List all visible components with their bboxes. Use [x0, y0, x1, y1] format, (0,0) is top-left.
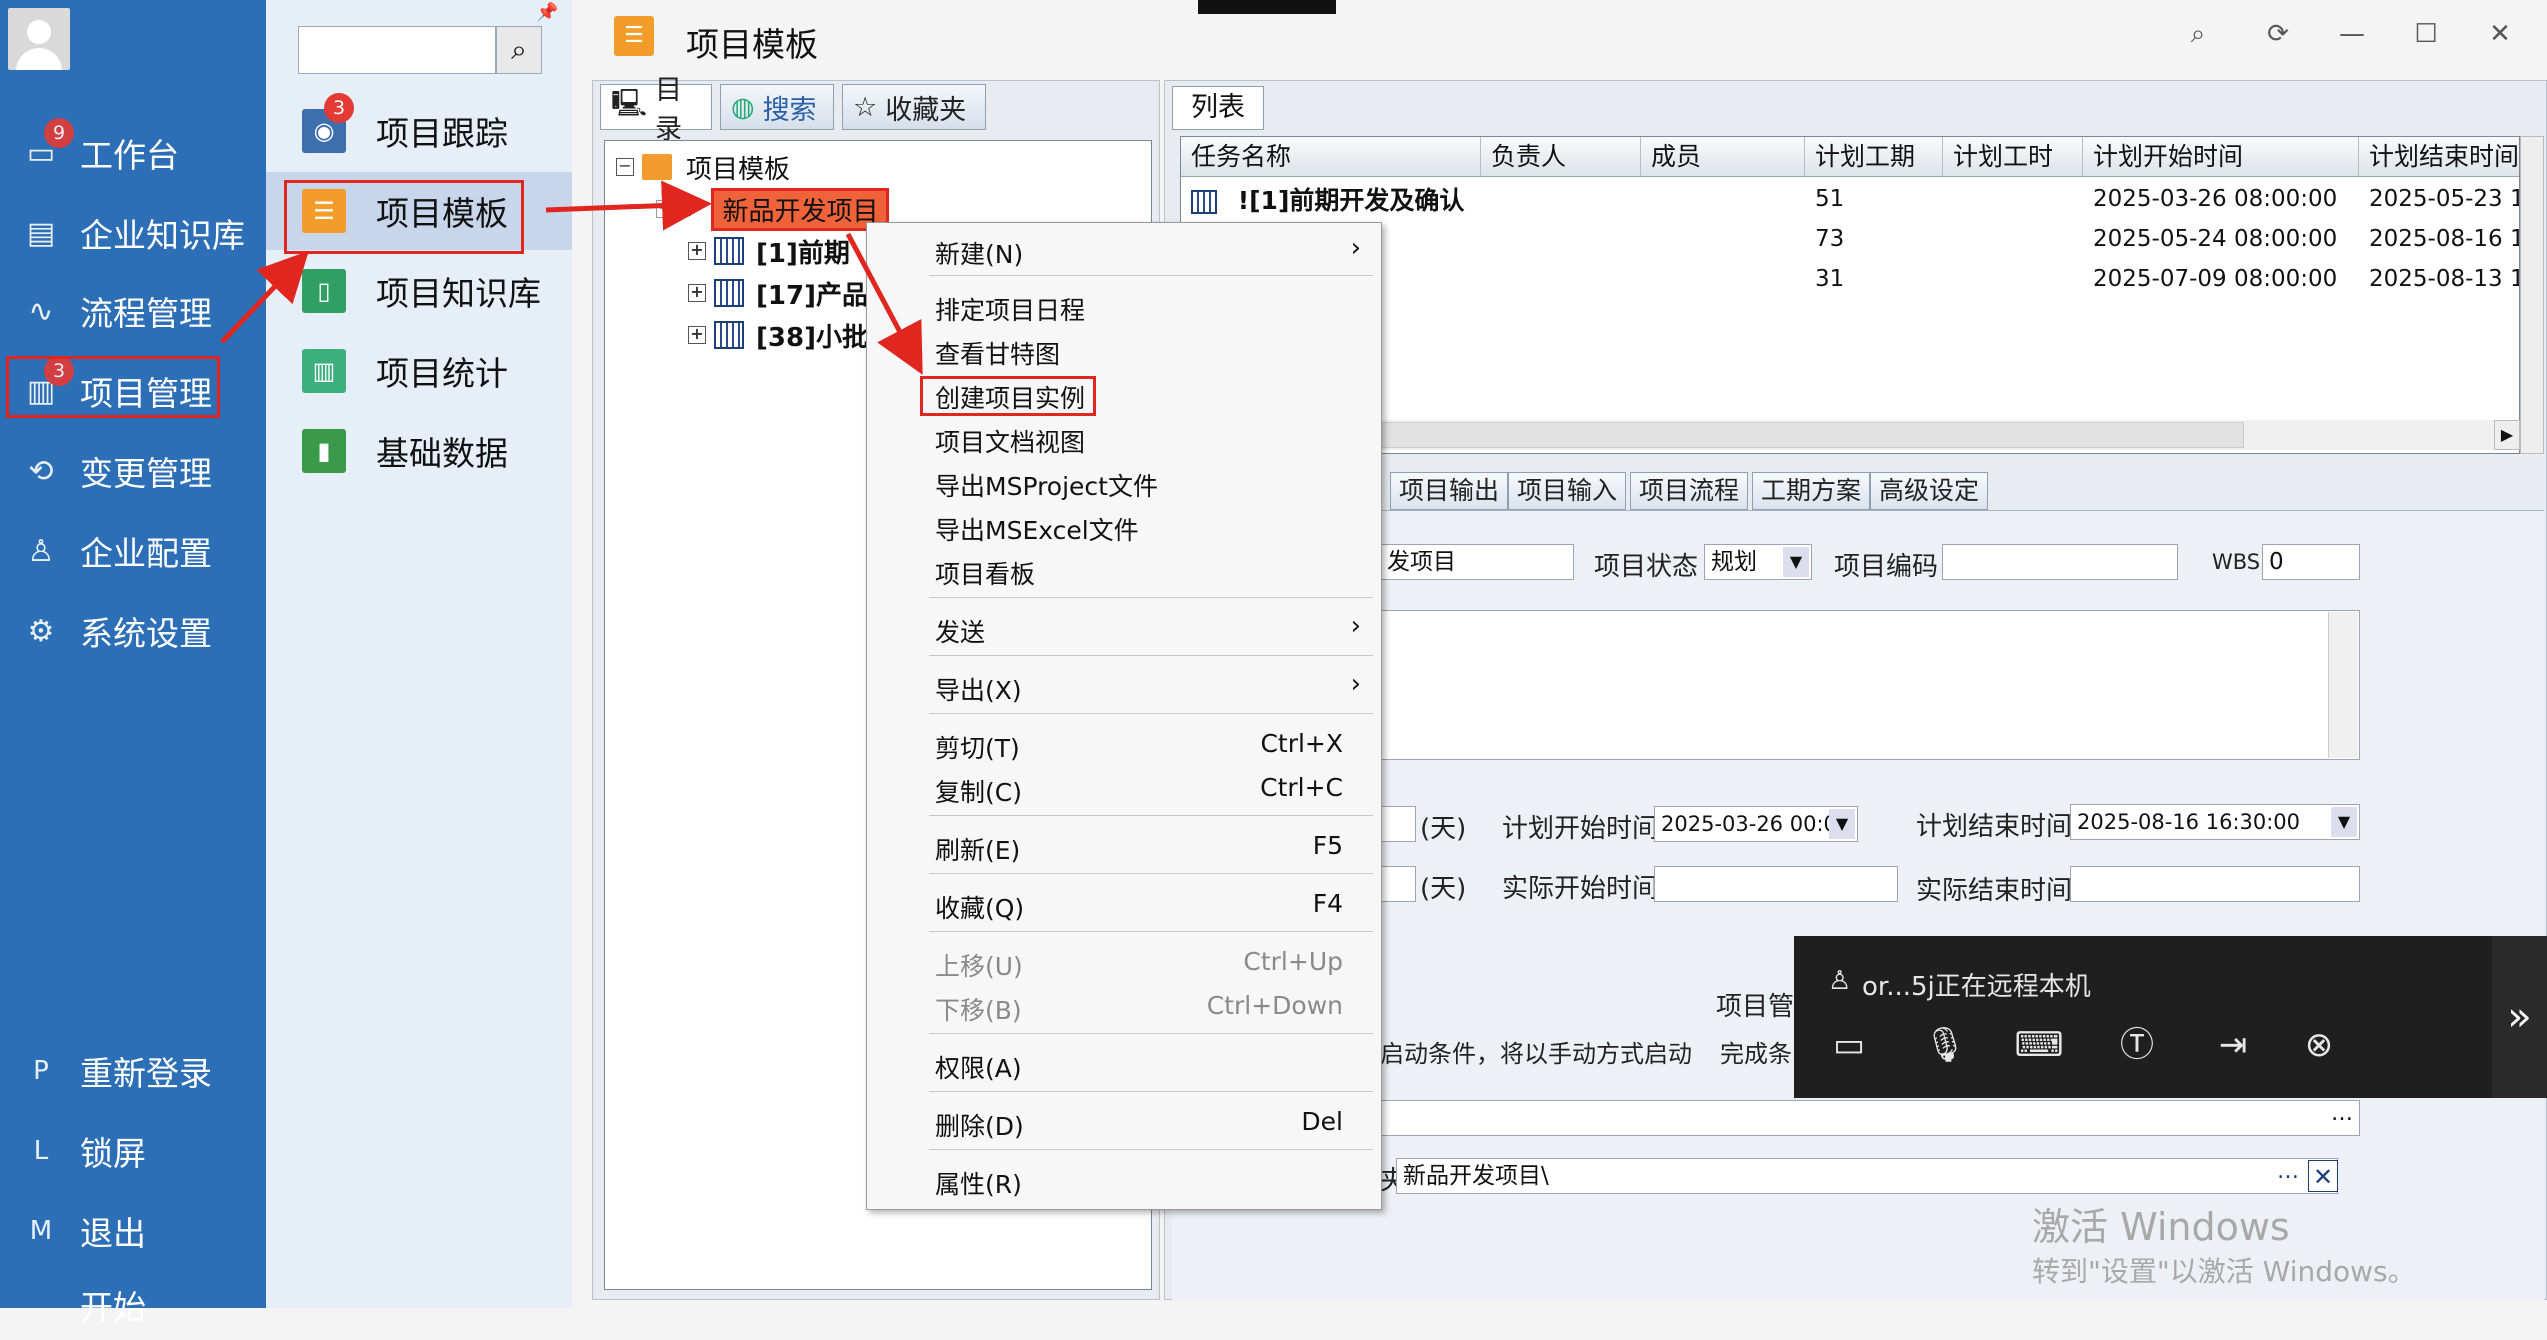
annotation-arrows: [220, 180, 923, 375]
